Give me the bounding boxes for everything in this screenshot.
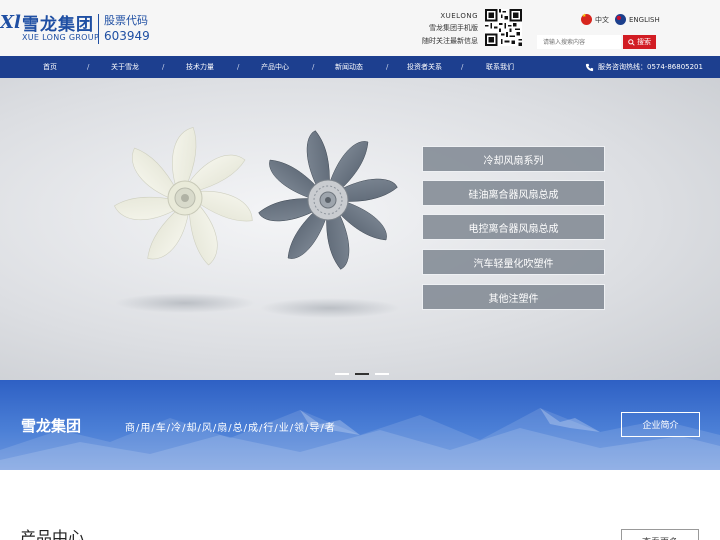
mobile-version-info: XUELONG 雪龙集团手机版 随时关注最新信息 bbox=[412, 10, 478, 48]
nav-separator: / bbox=[461, 63, 464, 71]
nav-separator: / bbox=[312, 63, 315, 71]
nav-separator: / bbox=[87, 63, 90, 71]
mobile-line-1: 雪龙集团手机版 bbox=[429, 24, 478, 32]
product-menu-cooling-fans[interactable]: 冷却风扇系列 bbox=[422, 146, 605, 172]
nav-item-products[interactable]: 产品中心 bbox=[261, 56, 289, 78]
carousel-dot[interactable] bbox=[335, 373, 349, 375]
nav-item-contact[interactable]: 联系我们 bbox=[486, 56, 514, 78]
mountain-background bbox=[0, 408, 720, 470]
phone-icon bbox=[585, 63, 594, 71]
mobile-brand: XUELONG bbox=[440, 12, 478, 20]
products-section-title: 产品中心 bbox=[20, 528, 85, 540]
nav-item-investors[interactable]: 投资者关系 bbox=[407, 56, 442, 78]
site-header: Xl 雪龙集团 XUE LONG GROUP 股票代码 603949 XUELO… bbox=[0, 0, 720, 56]
company-intro-band: 雪龙集团 商/用/车/冷/却/风/扇/总/成/行/业/领/导/者 企业简介 bbox=[0, 380, 720, 470]
search-button[interactable]: 搜索 bbox=[623, 35, 656, 49]
product-menu-electronic-clutch[interactable]: 电控离合器风扇总成 bbox=[422, 214, 605, 240]
search-icon bbox=[628, 38, 635, 46]
main-nav: 首页 / 关于雪龙 / 技术力量 / 产品中心 / 新闻动态 / 投资者关系 /… bbox=[0, 56, 720, 78]
lang-english[interactable]: ENGLISH bbox=[615, 14, 660, 25]
stock-code: 603949 bbox=[104, 29, 150, 43]
band-slogan: 商/用/车/冷/却/风/扇/总/成/行/业/领/导/者 bbox=[125, 423, 336, 434]
logo-chinese-name: 雪龙集团 bbox=[22, 15, 94, 35]
qr-code-icon bbox=[485, 9, 522, 46]
search-button-label: 搜索 bbox=[637, 38, 651, 46]
nav-item-about[interactable]: 关于雪龙 bbox=[111, 56, 139, 78]
nav-item-news[interactable]: 新闻动态 bbox=[335, 56, 363, 78]
uk-flag-icon bbox=[615, 14, 626, 25]
lang-chinese-label: 中文 bbox=[595, 15, 609, 24]
hero-banner: 冷却风扇系列 硅油离合器风扇总成 电控离合器风扇总成 汽车轻量化吹塑件 其他注塑… bbox=[0, 78, 720, 380]
china-flag-icon bbox=[581, 13, 592, 25]
nav-separator: / bbox=[386, 63, 389, 71]
mobile-line-2: 随时关注最新信息 bbox=[422, 37, 478, 45]
nav-separator: / bbox=[237, 63, 240, 71]
product-menu-injection-parts[interactable]: 其他注塑件 bbox=[422, 284, 605, 310]
nav-item-technology[interactable]: 技术力量 bbox=[186, 56, 214, 78]
fan-products-image bbox=[114, 127, 400, 318]
logo-divider bbox=[98, 14, 99, 44]
view-more-button[interactable]: 查看更多 bbox=[621, 529, 699, 540]
carousel-dot[interactable] bbox=[375, 373, 389, 375]
nav-item-home[interactable]: 首页 bbox=[43, 56, 57, 78]
logo-english-name: XUE LONG GROUP bbox=[22, 33, 100, 42]
product-menu-silicone-oil-clutch[interactable]: 硅油离合器风扇总成 bbox=[422, 180, 605, 206]
lang-english-label: ENGLISH bbox=[629, 15, 660, 24]
stock-label: 股票代码 bbox=[104, 14, 148, 27]
hotline-text: 服务咨询热线：0574-86805201 bbox=[598, 63, 703, 71]
lang-chinese[interactable]: 中文 bbox=[581, 13, 609, 25]
service-hotline: 服务咨询热线：0574-86805201 bbox=[585, 56, 703, 78]
search-input[interactable] bbox=[537, 35, 621, 49]
nav-separator: / bbox=[162, 63, 165, 71]
carousel-dot-active[interactable] bbox=[355, 373, 369, 375]
stock-info: 股票代码 603949 bbox=[104, 14, 150, 44]
product-menu-blow-molded-parts[interactable]: 汽车轻量化吹塑件 bbox=[422, 249, 605, 275]
logo-mark: Xl bbox=[0, 12, 21, 33]
company-intro-button[interactable]: 企业简介 bbox=[621, 412, 700, 437]
band-title: 雪龙集团 bbox=[21, 417, 82, 435]
